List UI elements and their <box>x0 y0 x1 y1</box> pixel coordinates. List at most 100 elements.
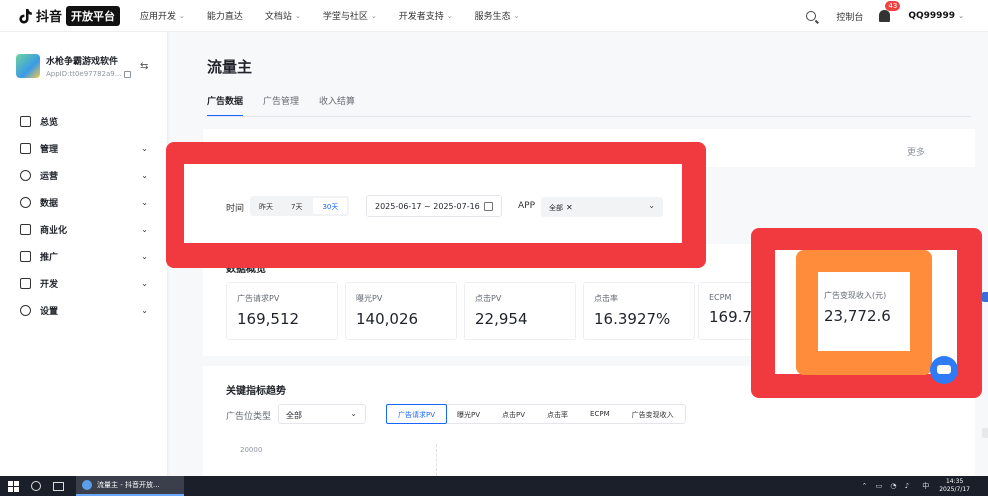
clock[interactable]: 14:35 2025/7/17 <box>939 478 970 494</box>
console-link[interactable]: 控制台 <box>836 10 863 23</box>
nav-item-label: 开发者支持 <box>398 12 444 22</box>
time-range-option-1[interactable]: 7天 <box>282 196 311 216</box>
metric-tab-2[interactable]: 点击PV <box>491 405 536 423</box>
trend-title: 关键指标趋势 <box>226 386 286 397</box>
assistant-robot-icon[interactable] <box>930 356 958 384</box>
metric-card-2: 点击PV 22,954 <box>464 282 576 340</box>
chevron-down-icon: ⌄ <box>141 171 148 180</box>
time-range-option-2[interactable]: 30天 <box>313 198 348 214</box>
feedback-side-tab[interactable] <box>982 292 988 302</box>
sidebar-item-label: 运营 <box>40 172 59 182</box>
taskbar-browser-app[interactable]: 流量主 - 抖音开放... <box>76 476 184 496</box>
nav-item-2[interactable]: 文档站 ⌄ <box>264 9 301 23</box>
user-name: QQ99999 <box>908 11 955 21</box>
chart-gridline <box>436 444 437 476</box>
taskbar-search-icon[interactable] <box>31 481 41 491</box>
metric-tab-0[interactable]: 广告请求PV <box>386 404 448 424</box>
tab-0[interactable]: 广告数据 <box>207 94 244 117</box>
nav-item-label: 学堂与社区 <box>322 12 368 22</box>
app-select[interactable]: 全部 ✕ ⌄ <box>541 197 663 217</box>
app-info: 水枪争霸游戏软件 AppID:tt0e97782a9... <box>46 54 132 78</box>
metric-label: 曝光PV <box>356 294 383 303</box>
tray-icons[interactable]: ⌃ ▭ ◔ ♪ <box>862 482 913 490</box>
bell-icon <box>879 10 891 22</box>
nav-item-5[interactable]: 服务生态 ⌄ <box>475 9 520 23</box>
revenue-card: 广告变现收入(元) 23,772.6 <box>818 272 910 351</box>
more-link[interactable]: 更多 <box>907 145 925 158</box>
chevron-down-icon: ⌄ <box>513 11 520 20</box>
chevron-down-icon: ⌄ <box>141 252 148 261</box>
y-axis-tick: 20000 <box>240 446 263 454</box>
operation-icon <box>20 170 31 181</box>
logo-text: 抖音 <box>36 10 63 25</box>
chevron-down-icon: ⌄ <box>141 306 148 315</box>
sidebar: 水枪争霸游戏软件 AppID:tt0e97782a9... ⇆ 总览管理 ⌄ 运营 ⌄… <box>0 32 168 476</box>
sidebar-menu: 总览 管理 ⌄ 运营 ⌄ 数据 ⌄ 商业化 ⌄ 推广 ⌄ 开发 ⌄ 设置 ⌄ <box>0 108 168 324</box>
tab-bar: 广告数据 广告管理 收入结算 <box>207 94 375 117</box>
task-view-icon[interactable] <box>53 481 64 491</box>
sidebar-item-label: 数据 <box>40 199 59 209</box>
metric-value: 16.3927% <box>594 310 671 328</box>
sidebar-item-7[interactable]: 设置 ⌄ <box>0 297 168 324</box>
user-menu[interactable]: QQ99999 ⌄ <box>908 11 964 21</box>
chevron-down-icon: ⌄ <box>370 11 377 20</box>
chevron-down-icon: ⌄ <box>141 225 148 234</box>
sidebar-item-3[interactable]: 数据 ⌄ <box>0 189 168 216</box>
input-language[interactable]: 中 <box>922 481 929 491</box>
metric-value: 169,512 <box>237 310 300 328</box>
nav-item-label: 文档站 <box>264 12 292 22</box>
slot-type-select[interactable]: 全部 ⌄ <box>278 404 366 424</box>
notification-button[interactable]: 43 <box>879 1 901 22</box>
nav-item-0[interactable]: 应用开发 ⌄ <box>140 9 185 23</box>
time-range-option-0[interactable]: 昨天 <box>250 196 282 216</box>
side-tool-tab[interactable] <box>982 428 988 438</box>
top-nav: 抖音 开放平台 应用开发 ⌄ 能力直达 文档站 ⌄ 学堂与社区 ⌄ 开发者支持 ⌄ 服务生态 ⌄ 控… <box>0 0 988 32</box>
copy-icon[interactable] <box>124 70 132 78</box>
metric-tab-3[interactable]: 点击率 <box>536 405 579 423</box>
metric-tab-4[interactable]: ECPM <box>579 405 621 423</box>
time-range-segment: 昨天 7天 30天 <box>250 196 350 216</box>
chevron-down-icon: ⌄ <box>648 201 655 210</box>
sidebar-item-1[interactable]: 管理 ⌄ <box>0 135 168 162</box>
clock-date: 2025/7/17 <box>939 486 970 493</box>
page-title: 流量主 <box>207 58 253 76</box>
data-icon <box>20 197 31 208</box>
metric-label: 点击PV <box>475 294 502 303</box>
sidebar-item-label: 商业化 <box>40 226 68 236</box>
sidebar-item-5[interactable]: 推广 ⌄ <box>0 243 168 270</box>
metric-label: 广告请求PV <box>237 294 280 303</box>
tab-1[interactable]: 广告管理 <box>263 94 299 117</box>
metric-value: 22,954 <box>475 310 528 328</box>
switch-app-icon[interactable]: ⇆ <box>140 61 148 72</box>
date-range-picker[interactable]: 2025-06-17 ~ 2025-07-16 <box>366 195 502 217</box>
sidebar-item-2[interactable]: 运营 ⌄ <box>0 162 168 189</box>
logo[interactable]: 抖音 开放平台 <box>18 5 121 26</box>
sidebar-item-6[interactable]: 开发 ⌄ <box>0 270 168 297</box>
logo-badge: 开放平台 <box>66 5 121 26</box>
nav-menu: 应用开发 ⌄ 能力直达 文档站 ⌄ 学堂与社区 ⌄ 开发者支持 ⌄ 服务生态 ⌄ <box>140 9 541 23</box>
promote-icon <box>20 251 31 262</box>
chevron-down-icon: ⌄ <box>141 279 148 288</box>
filter-highlight-frame: 时间 昨天 7天 30天 2025-06-17 ~ 2025-07-16 APP 全… <box>166 142 706 268</box>
sidebar-item-4[interactable]: 商业化 ⌄ <box>0 216 168 243</box>
clock-time: 14:35 <box>945 478 964 485</box>
slot-type-value: 全部 <box>286 411 302 420</box>
nav-item-4[interactable]: 开发者支持 ⌄ <box>398 9 453 23</box>
nav-item-3[interactable]: 学堂与社区 ⌄ <box>322 9 377 23</box>
clear-icon[interactable]: ✕ <box>566 203 573 212</box>
sidebar-item-0[interactable]: 总览 <box>0 108 168 135</box>
nav-item-1[interactable]: 能力直达 <box>207 9 243 22</box>
chevron-down-icon: ⌄ <box>350 409 357 418</box>
tab-2[interactable]: 收入结算 <box>319 94 355 117</box>
windows-start-icon[interactable] <box>8 480 19 492</box>
sidebar-item-label: 总览 <box>40 118 59 128</box>
metric-tab-1[interactable]: 曝光PV <box>446 405 491 423</box>
chevron-down-icon: ⌄ <box>958 12 964 20</box>
search-icon[interactable] <box>806 11 817 21</box>
metric-tab-5[interactable]: 广告变现收入 <box>621 405 685 423</box>
chevron-down-icon: ⌄ <box>141 144 148 153</box>
manage-icon <box>20 143 31 154</box>
revenue-value: 23,772.6 <box>824 307 891 325</box>
nav-item-label: 应用开发 <box>140 12 177 22</box>
time-label: 时间 <box>226 204 245 214</box>
